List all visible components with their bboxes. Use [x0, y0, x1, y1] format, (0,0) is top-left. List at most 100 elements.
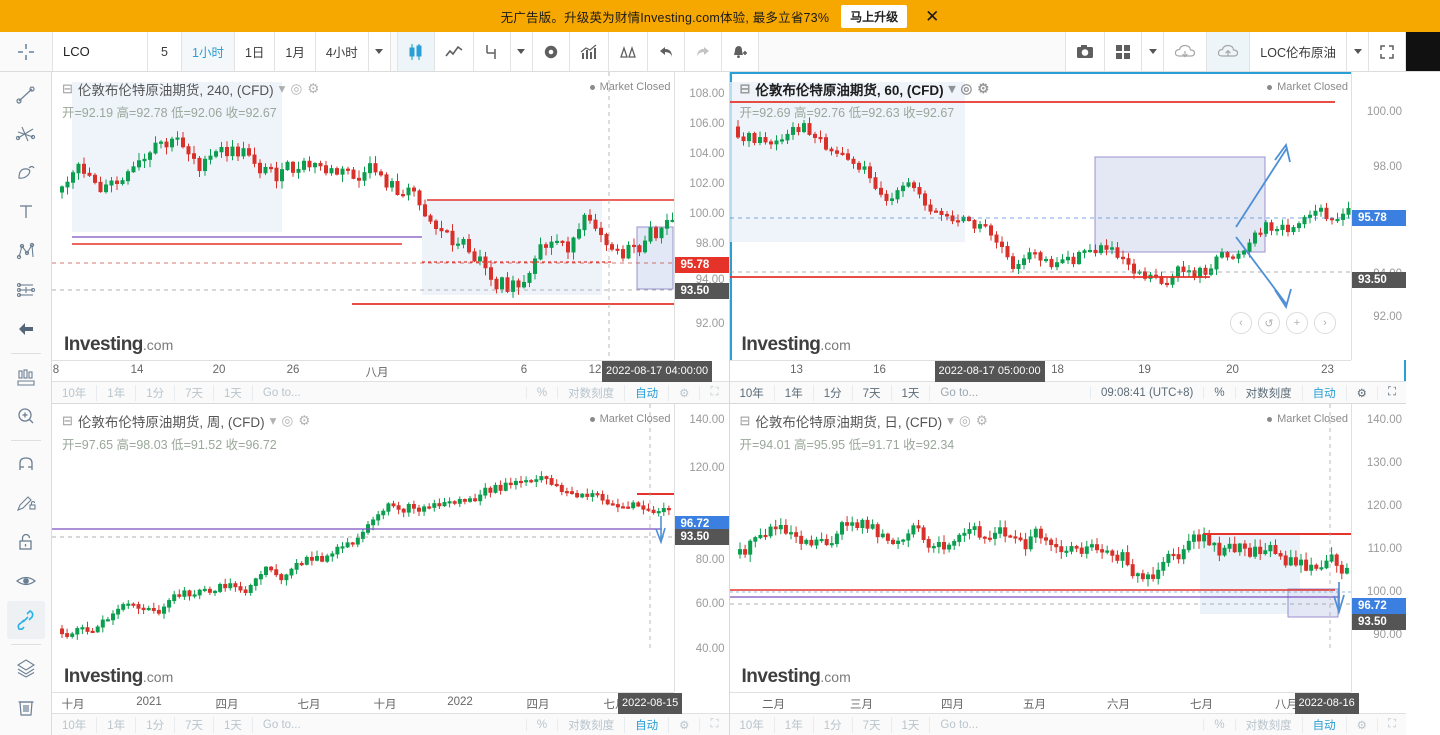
- indicators-chevron-down-icon[interactable]: [510, 32, 533, 71]
- undo-icon[interactable]: [647, 32, 685, 71]
- chart-panel-60[interactable]: ⊟ 伦敦布伦特原油期货, 60, (CFD) ▾ ◎ ⚙ 开=92.69 高=9…: [729, 72, 1406, 403]
- layout-name-label[interactable]: LOC伦布原油: [1250, 32, 1347, 71]
- chart-panel-240[interactable]: ⊟ 伦敦布伦特原油期货, 240, (CFD) ▾ ◎ ⚙ 开=92.19 高=…: [52, 72, 729, 403]
- range-1m[interactable]: 1分: [136, 716, 176, 733]
- range-7d[interactable]: 7天: [853, 384, 892, 401]
- y-axis-240[interactable]: 108.00 106.00 104.00 102.00 100.00 98.00…: [673, 72, 729, 360]
- interval-1d[interactable]: 1日: [234, 32, 276, 71]
- y-axis-day[interactable]: 140.00 130.00 120.00 110.00 100.00 90.00…: [1351, 404, 1406, 692]
- goto-input[interactable]: Go to...: [930, 386, 1092, 399]
- redo-icon[interactable]: [684, 32, 722, 71]
- interval-number[interactable]: 5: [148, 32, 182, 71]
- percent-toggle[interactable]: %: [1204, 718, 1236, 731]
- x-axis-day[interactable]: 二月 三月 四月 五月 六月 七月 八月 2022-08-16: [729, 692, 1359, 714]
- auto-scale-toggle[interactable]: 自动: [625, 384, 670, 401]
- line-chart-icon[interactable]: [434, 32, 474, 71]
- auto-scale-toggle[interactable]: 自动: [1303, 716, 1347, 733]
- range-7d[interactable]: 7天: [175, 384, 215, 401]
- range-1d[interactable]: 1天: [892, 384, 931, 401]
- magnet-icon[interactable]: [7, 445, 45, 483]
- alert-bell-icon[interactable]: [721, 32, 759, 71]
- camera-icon[interactable]: [1065, 32, 1106, 71]
- layout-chevron-down-icon[interactable]: [1142, 32, 1165, 71]
- log-scale-toggle[interactable]: 对数刻度: [558, 384, 626, 401]
- gear-icon[interactable]: ⚙: [1347, 717, 1378, 732]
- percent-toggle[interactable]: %: [527, 386, 559, 399]
- x-axis-week[interactable]: 十月 2021 四月 七月 十月 2022 四月 七月 2022-08-15: [52, 692, 683, 714]
- percent-toggle[interactable]: %: [1204, 386, 1236, 399]
- log-scale-toggle[interactable]: 对数刻度: [1236, 716, 1303, 733]
- chart-panel-week[interactable]: ⊟ 伦敦布伦特原油期货, 周, (CFD) ▾ ◎ ⚙ 开=97.65 高=98…: [52, 404, 729, 735]
- cloud-upload-icon[interactable]: [1207, 32, 1251, 71]
- indicators-icon[interactable]: [473, 32, 511, 71]
- x-axis-240[interactable]: 8 14 20 26 八月 6 12 2022-08-17 04:00:00: [52, 360, 713, 382]
- expand-icon[interactable]: ⛶: [1378, 718, 1406, 731]
- interval-dropdown-chevron-down-icon[interactable]: [368, 32, 391, 71]
- range-1y[interactable]: 1年: [97, 384, 137, 401]
- lock-icon[interactable]: [7, 523, 45, 561]
- fullscreen-icon[interactable]: [1369, 32, 1406, 71]
- log-scale-toggle[interactable]: 对数刻度: [1236, 384, 1303, 401]
- layout-name-chevron-down-icon[interactable]: [1347, 32, 1369, 71]
- long-position-icon[interactable]: [7, 271, 45, 309]
- plot-area-240[interactable]: Investing .com 108.00 106.00 104.00 102.…: [52, 72, 729, 360]
- range-1y[interactable]: 1年: [775, 716, 814, 733]
- range-1m[interactable]: 1分: [814, 384, 853, 401]
- promo-upgrade-button[interactable]: 马上升级: [841, 4, 908, 28]
- y-axis-week[interactable]: 140.00 120.00 80.00 60.00 40.00 96.72 93…: [673, 404, 729, 692]
- text-tool-icon[interactable]: [7, 193, 45, 231]
- range-10y[interactable]: 10年: [52, 384, 98, 401]
- range-10y[interactable]: 10年: [730, 716, 775, 733]
- interval-1m[interactable]: 1月: [275, 32, 316, 71]
- compare-icon[interactable]: [569, 32, 609, 71]
- range-10y[interactable]: 10年: [730, 384, 775, 401]
- candlestick-chart-icon[interactable]: [396, 32, 435, 71]
- zoom-in-icon[interactable]: [7, 397, 45, 435]
- range-10y[interactable]: 10年: [52, 716, 98, 733]
- pattern-xabcd-icon[interactable]: [7, 232, 45, 270]
- range-1y[interactable]: 1年: [775, 384, 814, 401]
- fib-fan-icon[interactable]: [7, 115, 45, 153]
- gear-icon[interactable]: ⚙: [669, 717, 701, 732]
- range-1d[interactable]: 1天: [214, 716, 253, 733]
- arrow-left-icon[interactable]: [7, 310, 45, 348]
- auto-scale-toggle[interactable]: 自动: [1303, 384, 1347, 401]
- interval-4h[interactable]: 4小时: [315, 32, 369, 71]
- pencil-lock-icon[interactable]: [7, 484, 45, 522]
- gear-icon[interactable]: ⚙: [1347, 385, 1378, 400]
- settings-gear-icon[interactable]: [532, 32, 570, 71]
- goto-input[interactable]: Go to...: [930, 718, 1205, 731]
- link-icon[interactable]: [6, 601, 45, 639]
- nav-zoom-in-icon[interactable]: +: [1286, 312, 1308, 334]
- range-7d[interactable]: 7天: [853, 716, 892, 733]
- range-7d[interactable]: 7天: [175, 716, 215, 733]
- chart-panel-day[interactable]: ⊟ 伦敦布伦特原油期货, 日, (CFD) ▾ ◎ ⚙ 开=94.01 高=95…: [729, 404, 1406, 735]
- interval-1h[interactable]: 1小时: [182, 32, 235, 71]
- trend-line-icon[interactable]: [7, 76, 45, 114]
- layers-icon[interactable]: [7, 649, 45, 687]
- expand-icon[interactable]: ⛶: [700, 386, 728, 399]
- expand-icon[interactable]: ⛶: [1378, 386, 1406, 399]
- goto-input[interactable]: Go to...: [253, 386, 527, 399]
- crosshair-cursor-icon[interactable]: [0, 32, 52, 71]
- cloud-download-icon[interactable]: [1164, 32, 1208, 71]
- symbol-input[interactable]: LCO: [52, 32, 148, 71]
- nav-forward-icon[interactable]: ›: [1314, 312, 1336, 334]
- plot-area-60[interactable]: Investing .com ‹ ↺ + › 100.00 98.00 94.0…: [729, 72, 1406, 360]
- goto-input[interactable]: Go to...: [253, 718, 527, 731]
- auto-scale-toggle[interactable]: 自动: [625, 716, 670, 733]
- range-1y[interactable]: 1年: [97, 716, 137, 733]
- scales-icon[interactable]: [608, 32, 648, 71]
- percent-toggle[interactable]: %: [527, 718, 559, 731]
- measure-icon[interactable]: [7, 358, 45, 396]
- layout-grid-icon[interactable]: [1105, 32, 1143, 71]
- gear-icon[interactable]: ⚙: [669, 385, 701, 400]
- nav-back-icon[interactable]: ‹: [1230, 312, 1252, 334]
- pitchfork-icon[interactable]: [7, 154, 45, 192]
- trash-icon[interactable]: [7, 688, 45, 726]
- log-scale-toggle[interactable]: 对数刻度: [558, 716, 626, 733]
- eye-icon[interactable]: [7, 562, 45, 600]
- range-1d[interactable]: 1天: [214, 384, 253, 401]
- range-1m[interactable]: 1分: [814, 716, 853, 733]
- plot-area-week[interactable]: Investing .com 140.00 120.00 80.00 60.00…: [52, 404, 729, 692]
